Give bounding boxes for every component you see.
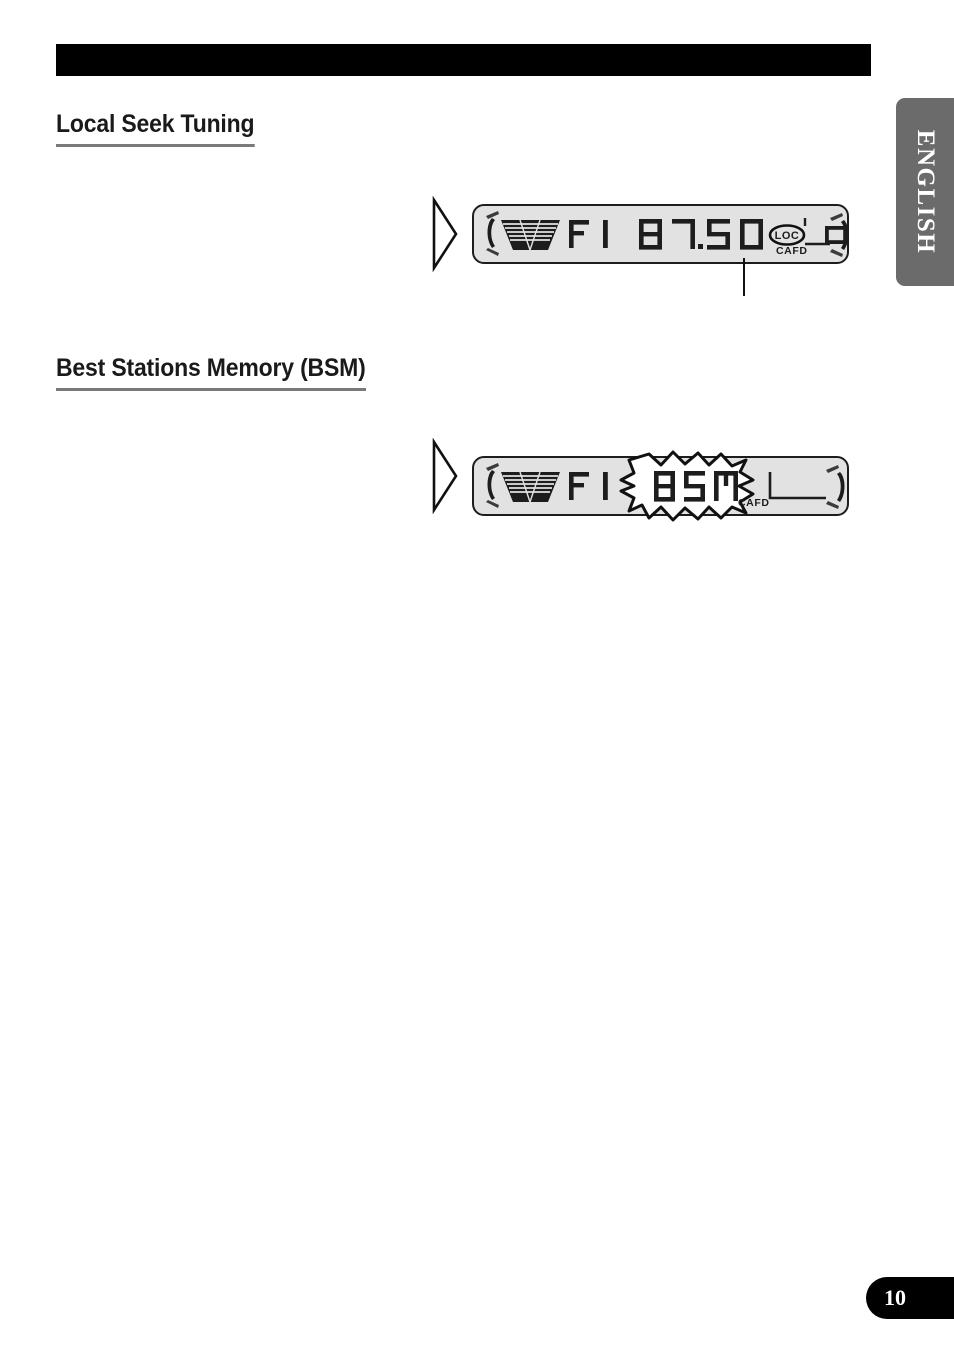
lcd-segments-local-seek: LOC CAFD — [486, 211, 847, 257]
page-number-tab: 10 — [866, 1277, 954, 1319]
section-local-seek-tuning: Local Seek Tuning — [56, 110, 272, 147]
language-tab-label: ENGLISH — [912, 129, 939, 255]
lcd-band-text — [569, 472, 608, 500]
callout-leader-line-loc — [743, 258, 745, 296]
arrow-marker-icon — [432, 196, 458, 272]
loudness-icon — [501, 471, 560, 503]
figure-local-seek-tuning: LOC CAFD — [430, 196, 855, 296]
section-best-stations-memory: Best Stations Memory (BSM) — [56, 354, 393, 391]
lcd-loc-indicator: LOC — [768, 224, 806, 246]
lcd-display-local-seek: LOC CAFD — [472, 204, 849, 264]
lcd-band-text — [569, 220, 608, 248]
lcd-display-bsm: CAFD — [472, 450, 849, 522]
figure-best-stations-memory: CAFD — [430, 438, 855, 538]
loudness-icon — [501, 219, 560, 251]
lcd-preset-area-local — [803, 213, 847, 257]
lcd-small-annunciator-local: CAFD — [776, 245, 808, 257]
lcd-preset-area-bsm — [768, 465, 845, 509]
lcd-small-annunciator-bsm: CAFD — [738, 497, 770, 509]
lcd-loc-label: LOC — [775, 230, 800, 242]
language-tab: ENGLISH — [896, 98, 954, 286]
section-heading-best-stations-memory: Best Stations Memory (BSM) — [56, 354, 366, 391]
arrow-marker-icon — [432, 438, 458, 514]
lcd-left-bracket-icon — [486, 463, 499, 508]
page-number-label: 10 — [884, 1285, 906, 1310]
lcd-segments-bsm: CAFD — [486, 450, 845, 522]
lcd-left-bracket-icon — [486, 211, 499, 256]
section-heading-local-seek-tuning: Local Seek Tuning — [56, 110, 255, 147]
page-header-bar — [56, 44, 871, 76]
lcd-frequency-text — [639, 219, 763, 250]
